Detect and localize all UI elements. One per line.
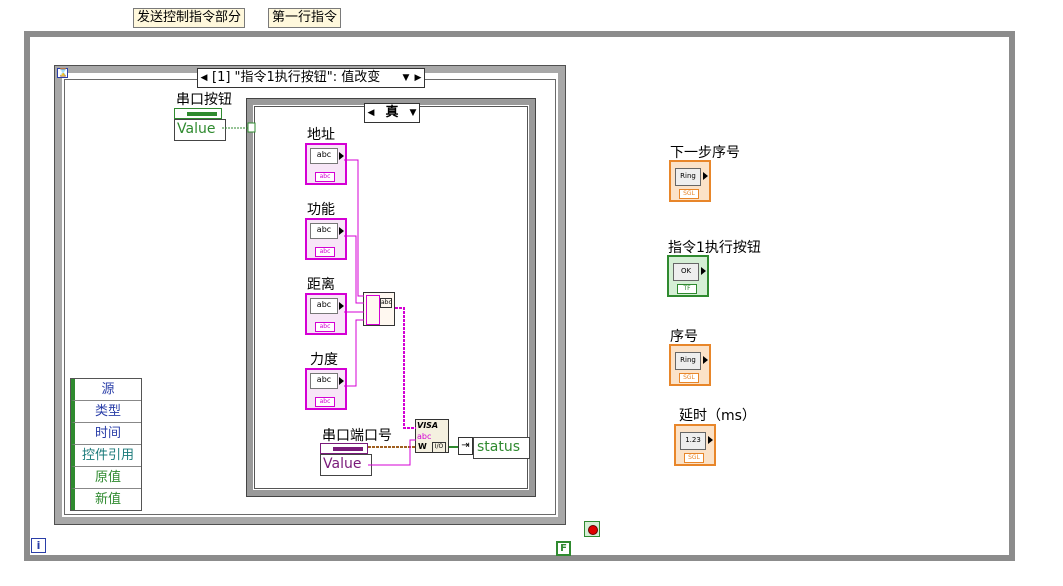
output-arrow-icon (701, 267, 706, 275)
abc-type-icon: abc (315, 397, 335, 407)
prev-case-icon[interactable]: ◀ (198, 70, 210, 86)
timeout-icon[interactable]: ⌛ (57, 68, 68, 78)
serial-port-value[interactable]: Value (320, 454, 372, 476)
prev-case-icon[interactable]: ◀ (365, 105, 377, 121)
abc-icon: abc (310, 223, 338, 239)
event-data-new-value[interactable]: 新值 (71, 489, 141, 510)
next-step-label: 下一步序号 (670, 145, 740, 161)
event-data-control-ref[interactable]: 控件引用 (71, 445, 141, 467)
next-case-icon[interactable]: ▶ (412, 70, 424, 86)
numeric-icon: 1.23 (680, 432, 706, 450)
event-data-old-value[interactable]: 原值 (71, 467, 141, 489)
command1-button-label: 指令1执行按钮 (668, 240, 761, 256)
ring-icon: Ring (675, 352, 701, 370)
serial-button-value[interactable]: Value (174, 119, 226, 141)
force-label: 力度 (310, 352, 338, 368)
command1-button-terminal[interactable]: OK TF (667, 255, 709, 297)
abc-icon: abc (310, 298, 338, 314)
visa-write-node[interactable]: VISA abc W I/O (415, 419, 449, 453)
stop-constant[interactable] (584, 521, 600, 537)
event-data-type[interactable]: 类型 (71, 401, 141, 423)
sequence-terminal[interactable]: Ring SGL (669, 344, 711, 386)
output-arrow-icon (703, 356, 708, 364)
abc-icon: abc (310, 148, 338, 164)
dropdown-icon[interactable]: ▼ (400, 70, 412, 86)
ok-button-icon: OK (673, 263, 699, 281)
case-label: 真 (385, 105, 399, 120)
output-arrow-icon (339, 377, 344, 385)
force-string-constant[interactable]: abc abc (305, 368, 347, 410)
abc-type-icon: abc (315, 322, 335, 332)
unbundle-node[interactable]: ⇥ (458, 437, 473, 455)
output-arrow-icon (708, 436, 713, 444)
concat-inputs-icon (366, 295, 380, 325)
status-indicator[interactable]: status (473, 437, 530, 459)
distance-label: 距离 (307, 277, 335, 293)
event-data-node[interactable]: 源 类型 时间 控件引用 原值 新值 (70, 378, 142, 511)
stop-icon (588, 525, 598, 535)
output-arrow-icon (339, 302, 344, 310)
sequence-label: 序号 (670, 329, 698, 345)
serial-port-label: 串口端口号 (322, 428, 392, 444)
event-case-label: [1] "指令1执行按钮": 值改变 (212, 70, 381, 85)
concat-output-icon: abc (380, 298, 392, 308)
event-data-source[interactable]: 源 (71, 379, 141, 401)
visa-icon: VISA (417, 421, 439, 430)
case-selector[interactable]: ◀ 真 ▼ (364, 103, 420, 123)
event-data-time[interactable]: 时间 (71, 423, 141, 445)
concatenate-strings-node[interactable]: abc (363, 292, 395, 326)
address-label: 地址 (307, 127, 335, 143)
dropdown-icon[interactable]: ▼ (407, 105, 419, 121)
ring-icon: Ring (675, 168, 701, 186)
event-case-selector[interactable]: ◀ [1] "指令1执行按钮": 值改变 ▼ ▶ (197, 68, 425, 88)
abc-type-icon: abc (315, 247, 335, 257)
function-string-constant[interactable]: abc abc (305, 218, 347, 260)
first-row-label: 第一行指令 (268, 8, 342, 28)
delay-label: 延时（ms） (679, 408, 756, 424)
serial-button-ref-icon (174, 108, 222, 119)
iteration-terminal[interactable]: i (31, 538, 46, 553)
sgl-type-icon: SGL (684, 453, 704, 463)
visa-io-icon: I/O (432, 442, 446, 453)
serial-button-label: 串口按钮 (176, 92, 232, 108)
sgl-type-icon: SGL (679, 189, 699, 199)
output-arrow-icon (339, 152, 344, 160)
send-section-label: 发送控制指令部分 (133, 8, 246, 28)
address-string-constant[interactable]: abc abc (305, 143, 347, 185)
abc-icon: abc (310, 373, 338, 389)
abc-icon: abc (417, 432, 432, 441)
write-w-icon: W (418, 442, 427, 451)
output-arrow-icon (339, 227, 344, 235)
sgl-type-icon: SGL (679, 373, 699, 383)
tf-type-icon: TF (677, 284, 697, 294)
abc-type-icon: abc (315, 172, 335, 182)
condition-terminal-false[interactable]: F (556, 541, 571, 556)
serial-port-ref-icon (320, 443, 368, 454)
distance-string-constant[interactable]: abc abc (305, 293, 347, 335)
next-step-terminal[interactable]: Ring SGL (669, 160, 711, 202)
output-arrow-icon (703, 172, 708, 180)
function-label: 功能 (307, 202, 335, 218)
delay-terminal[interactable]: 1.23 SGL (674, 424, 716, 466)
